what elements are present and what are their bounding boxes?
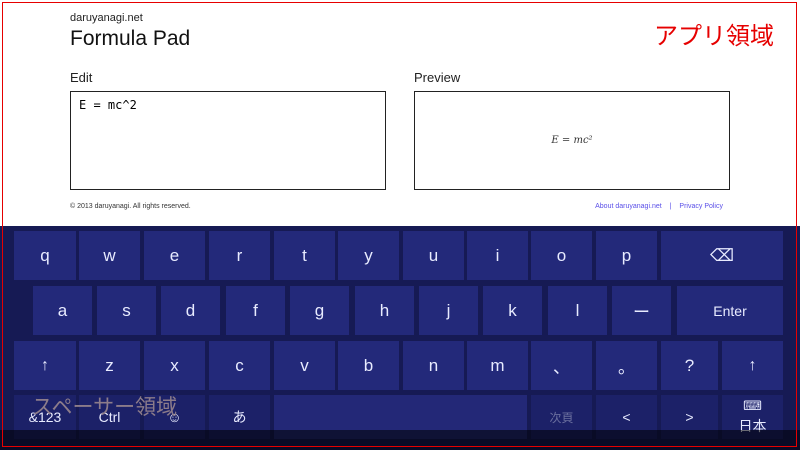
copyright-text: © 2013 daruyanagi. All rights reserved. (70, 203, 191, 210)
about-link[interactable]: About daruyanagi.net (595, 203, 662, 210)
site-name: daruyanagi.net (70, 12, 143, 24)
key-l[interactable]: l (548, 286, 607, 335)
key-t[interactable]: t (274, 231, 335, 280)
shift-icon: ↑ (748, 356, 757, 374)
key-g[interactable]: g (290, 286, 349, 335)
key-m[interactable]: m (467, 341, 528, 390)
key-u[interactable]: u (403, 231, 464, 280)
privacy-policy-link[interactable]: Privacy Policy (679, 203, 723, 210)
app-area-annotation: アプリ領域 (654, 22, 774, 50)
key-c[interactable]: c (209, 341, 270, 390)
link-separator: | (669, 203, 672, 210)
key-k[interactable]: k (483, 286, 542, 335)
key-x[interactable]: x (144, 341, 205, 390)
key-y[interactable]: y (338, 231, 399, 280)
spacer-shade (0, 430, 800, 450)
key-j[interactable]: j (419, 286, 478, 335)
preview-pane: E = mc² (414, 91, 730, 190)
key-a[interactable]: a (33, 286, 92, 335)
key-i[interactable]: i (467, 231, 528, 280)
key-shift-right[interactable]: ↑ (722, 341, 783, 390)
key-long-vowel[interactable]: ー (612, 286, 671, 335)
key-p[interactable]: p (596, 231, 657, 280)
key-h[interactable]: h (355, 286, 414, 335)
key-period[interactable]: 。 (596, 341, 657, 390)
shift-icon: ↑ (41, 356, 49, 374)
key-d[interactable]: d (161, 286, 220, 335)
spacer-area-annotation: スペーサー領域 (32, 395, 178, 419)
key-e[interactable]: e (144, 231, 205, 280)
key-v[interactable]: v (274, 341, 335, 390)
key-f[interactable]: f (226, 286, 285, 335)
key-comma[interactable]: 、 (531, 341, 592, 390)
key-enter[interactable]: Enter (677, 286, 783, 335)
key-backspace[interactable]: ⌫ (661, 231, 783, 280)
chevron-left-icon: < (622, 409, 631, 425)
key-z[interactable]: z (79, 341, 140, 390)
key-s[interactable]: s (97, 286, 156, 335)
keyboard-icon: ⌨ (743, 398, 762, 413)
backspace-icon: ⌫ (709, 245, 735, 265)
edit-label: Edit (70, 70, 93, 85)
key-r[interactable]: r (209, 231, 270, 280)
chevron-right-icon: > (685, 409, 694, 425)
app-title: Formula Pad (70, 27, 191, 50)
key-question[interactable]: ? (661, 341, 718, 390)
key-n[interactable]: n (403, 341, 464, 390)
key-o[interactable]: o (531, 231, 592, 280)
key-w[interactable]: w (79, 231, 140, 280)
preview-label: Preview (414, 70, 461, 85)
key-shift-left[interactable]: ↑ (14, 341, 76, 390)
preview-formula: E = mc² (551, 135, 593, 146)
edit-textbox[interactable]: E = mc^2 (70, 91, 386, 190)
key-b[interactable]: b (338, 341, 399, 390)
footer-links: About daruyanagi.net | Privacy Policy (595, 203, 723, 210)
key-q[interactable]: q (14, 231, 76, 280)
edit-textbox-value: E = mc^2 (79, 98, 137, 112)
